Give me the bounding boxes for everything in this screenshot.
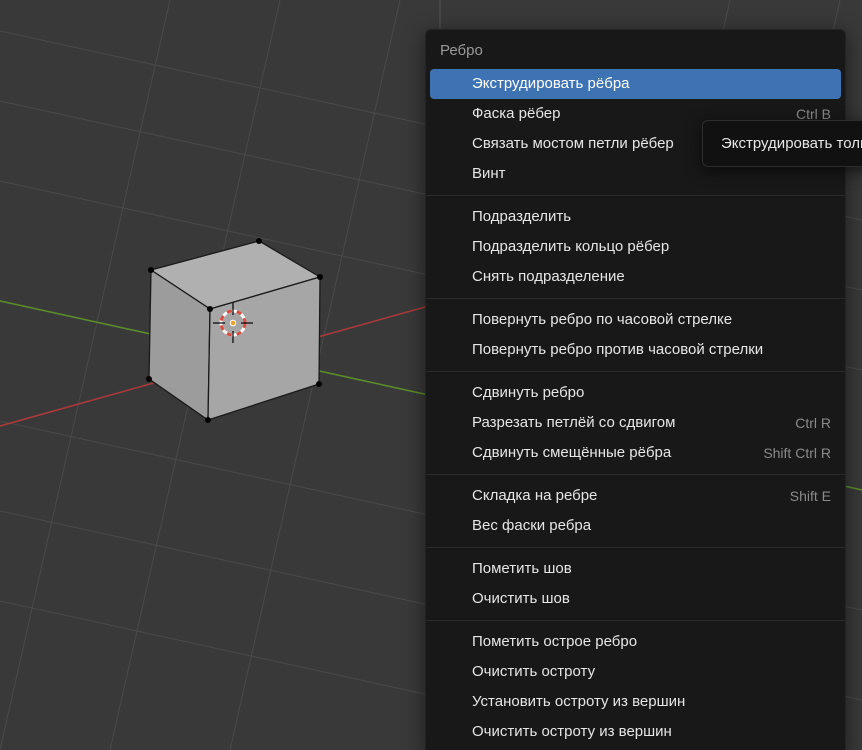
menu-item[interactable]: Очистить шов xyxy=(426,584,845,614)
tooltip-text: Экструдировать только рёбра xyxy=(721,135,862,152)
menu-item-label: Фаска рёбер xyxy=(472,104,560,124)
menu-item-label: Подразделить кольцо рёбер xyxy=(472,237,669,257)
menu-item-label: Повернуть ребро по часовой стрелке xyxy=(472,310,732,330)
menu-item-shortcut: Ctrl R xyxy=(795,413,831,433)
menu-item[interactable]: Очистить остроту из вершин xyxy=(426,717,845,747)
menu-item[interactable]: Экструдировать рёбра xyxy=(430,69,841,99)
menu-separator xyxy=(426,371,845,372)
menu-item[interactable]: Повернуть ребро против часовой стрелки xyxy=(426,335,845,365)
menu-item[interactable]: Установить остроту из вершин xyxy=(426,687,845,717)
menu-item[interactable]: Сдвинуть ребро xyxy=(426,378,845,408)
menu-item-label: Повернуть ребро против часовой стрелки xyxy=(472,340,763,360)
menu-item[interactable]: Пометить шов xyxy=(426,554,845,584)
menu-item-label: Связать мостом петли рёбер xyxy=(472,134,674,154)
menu-item[interactable]: Подразделить кольцо рёбер xyxy=(426,232,845,262)
menu-item[interactable]: Сдвинуть смещённые рёбра Shift Ctrl R xyxy=(426,438,845,468)
menu-item-shortcut: Shift E xyxy=(790,486,831,506)
menu-item-label: Складка на ребре xyxy=(472,486,597,506)
menu-item-shortcut: Shift Ctrl R xyxy=(763,443,831,463)
menu-item-label: Подразделить xyxy=(472,207,571,227)
menu-separator xyxy=(426,195,845,196)
menu-item-label: Очистить остроту из вершин xyxy=(472,722,672,742)
menu-item-label: Вес фаски ребра xyxy=(472,516,591,536)
menu-item-label: Снять подразделение xyxy=(472,267,625,287)
menu-separator xyxy=(426,547,845,548)
menu-item[interactable]: Повернуть ребро по часовой стрелке xyxy=(426,305,845,335)
menu-item-label: Винт xyxy=(472,164,506,184)
menu-separator xyxy=(426,298,845,299)
menu-item[interactable]: Снять подразделение xyxy=(426,262,845,292)
menu-item[interactable]: Вес фаски ребра xyxy=(426,511,845,541)
menu-item[interactable]: Разрезать петлёй со сдвигом Ctrl R xyxy=(426,408,845,438)
menu-item-label: Очистить остроту xyxy=(472,662,595,682)
menu-item[interactable]: Складка на ребре Shift E xyxy=(426,481,845,511)
menu-separator xyxy=(426,620,845,621)
menu-item-label: Сдвинуть смещённые рёбра xyxy=(472,443,671,463)
menu-item-label: Сдвинуть ребро xyxy=(472,383,584,403)
menu-item-label: Пометить шов xyxy=(472,559,572,579)
menu-separator xyxy=(426,474,845,475)
menu-title: Ребро xyxy=(426,30,845,69)
menu-item-label: Установить остроту из вершин xyxy=(472,692,685,712)
menu-item-label: Разрезать петлёй со сдвигом xyxy=(472,413,675,433)
tooltip: Экструдировать только рёбра xyxy=(702,120,862,167)
menu-item[interactable]: Пометить острое ребро xyxy=(426,627,845,657)
menu-item-label: Очистить шов xyxy=(472,589,570,609)
mesh-cube[interactable] xyxy=(146,238,323,423)
menu-item-label: Экструдировать рёбра xyxy=(472,74,630,94)
menu-item[interactable]: Подразделить xyxy=(426,202,845,232)
menu-item[interactable]: Очистить остроту xyxy=(426,657,845,687)
menu-item-label: Пометить острое ребро xyxy=(472,632,637,652)
